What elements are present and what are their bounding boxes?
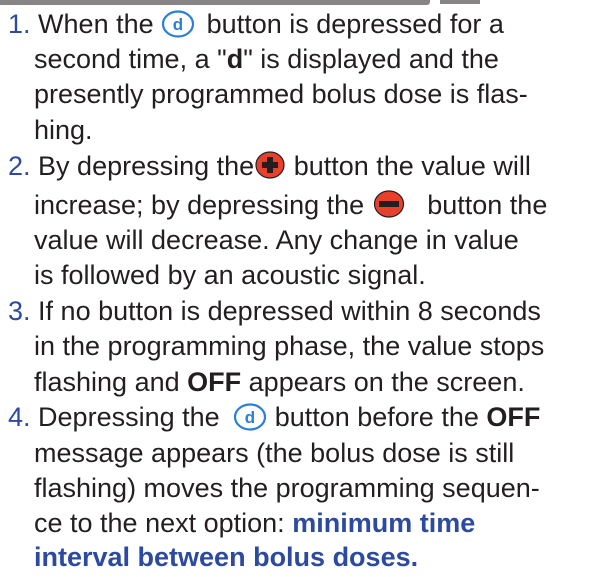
svg-text:d: d: [173, 15, 183, 34]
item-text: If no button is depressed within 8 secon…: [38, 296, 541, 326]
item-number: 3.: [8, 296, 31, 326]
item-1-line-4: hing.: [34, 115, 93, 145]
option-emphasis: minimum time: [292, 508, 476, 538]
item-4-line-4: ce to the next option: minimum time: [34, 507, 475, 540]
item-1-line-2: second time, a "d" is displayed and the: [34, 43, 499, 76]
item-text: ce to the next option:: [34, 508, 285, 538]
item-3-line-3: flashing and OFF appears on the screen.: [34, 366, 525, 399]
cropped-heading-bar: [0, 0, 430, 5]
item-number: 4.: [8, 402, 31, 432]
item-2-line-3: value will decrease. Any change in value: [34, 225, 519, 255]
off-label: OFF: [486, 402, 541, 432]
item-text: flashing and: [34, 367, 180, 397]
item-text: second time, a ": [34, 44, 227, 74]
item-text: " is displayed and the: [243, 44, 499, 74]
item-text: appears on the screen.: [248, 367, 525, 397]
cropped-heading-remnant: [0, 0, 602, 6]
item-text: By depressing the: [38, 151, 255, 181]
item-1-line-3: presently programmed bolus dose is flas-: [34, 79, 528, 109]
minus-button-icon: [372, 189, 406, 219]
item-emphasis: d: [226, 44, 244, 74]
item-3-line-1: 3. If no button is depressed within 8 se…: [8, 295, 541, 328]
item-2-line-1: 2. By depressing the button the value wi…: [8, 150, 531, 183]
item-2-line-4: is followed by an acoustic signal.: [34, 260, 426, 290]
item-number: 1.: [8, 9, 31, 39]
item-text: button the value will: [293, 151, 531, 181]
plus-button-icon: [254, 150, 286, 180]
d-button-icon: d: [161, 10, 195, 38]
item-4-line-3: flashing) moves the programming sequen-: [34, 473, 540, 503]
item-4-line-5: interval between bolus doses.: [34, 542, 419, 572]
item-3-line-2: in the programming phase, the value stop…: [34, 331, 545, 361]
item-text: button before the: [274, 402, 479, 432]
item-2-line-2: increase; by depressing the button the: [34, 189, 547, 222]
item-1-line-1: 1. When the d button is depressed for a: [8, 8, 504, 41]
off-label: OFF: [187, 367, 242, 397]
item-text: button is depressed for a: [206, 9, 504, 39]
item-text: Depressing the: [38, 402, 220, 432]
item-text: When the: [38, 9, 154, 39]
item-text: button the: [427, 190, 548, 220]
svg-text:d: d: [245, 408, 255, 427]
item-4-line-2: message appears (the bolus dose is still: [34, 438, 515, 468]
cropped-heading-bar: [440, 0, 480, 4]
d-button-icon: d: [233, 403, 267, 431]
item-number: 2.: [8, 151, 31, 181]
item-4-line-1: 4. Depressing the d button before the OF…: [8, 401, 540, 434]
item-text: increase; by depressing the: [34, 190, 365, 220]
